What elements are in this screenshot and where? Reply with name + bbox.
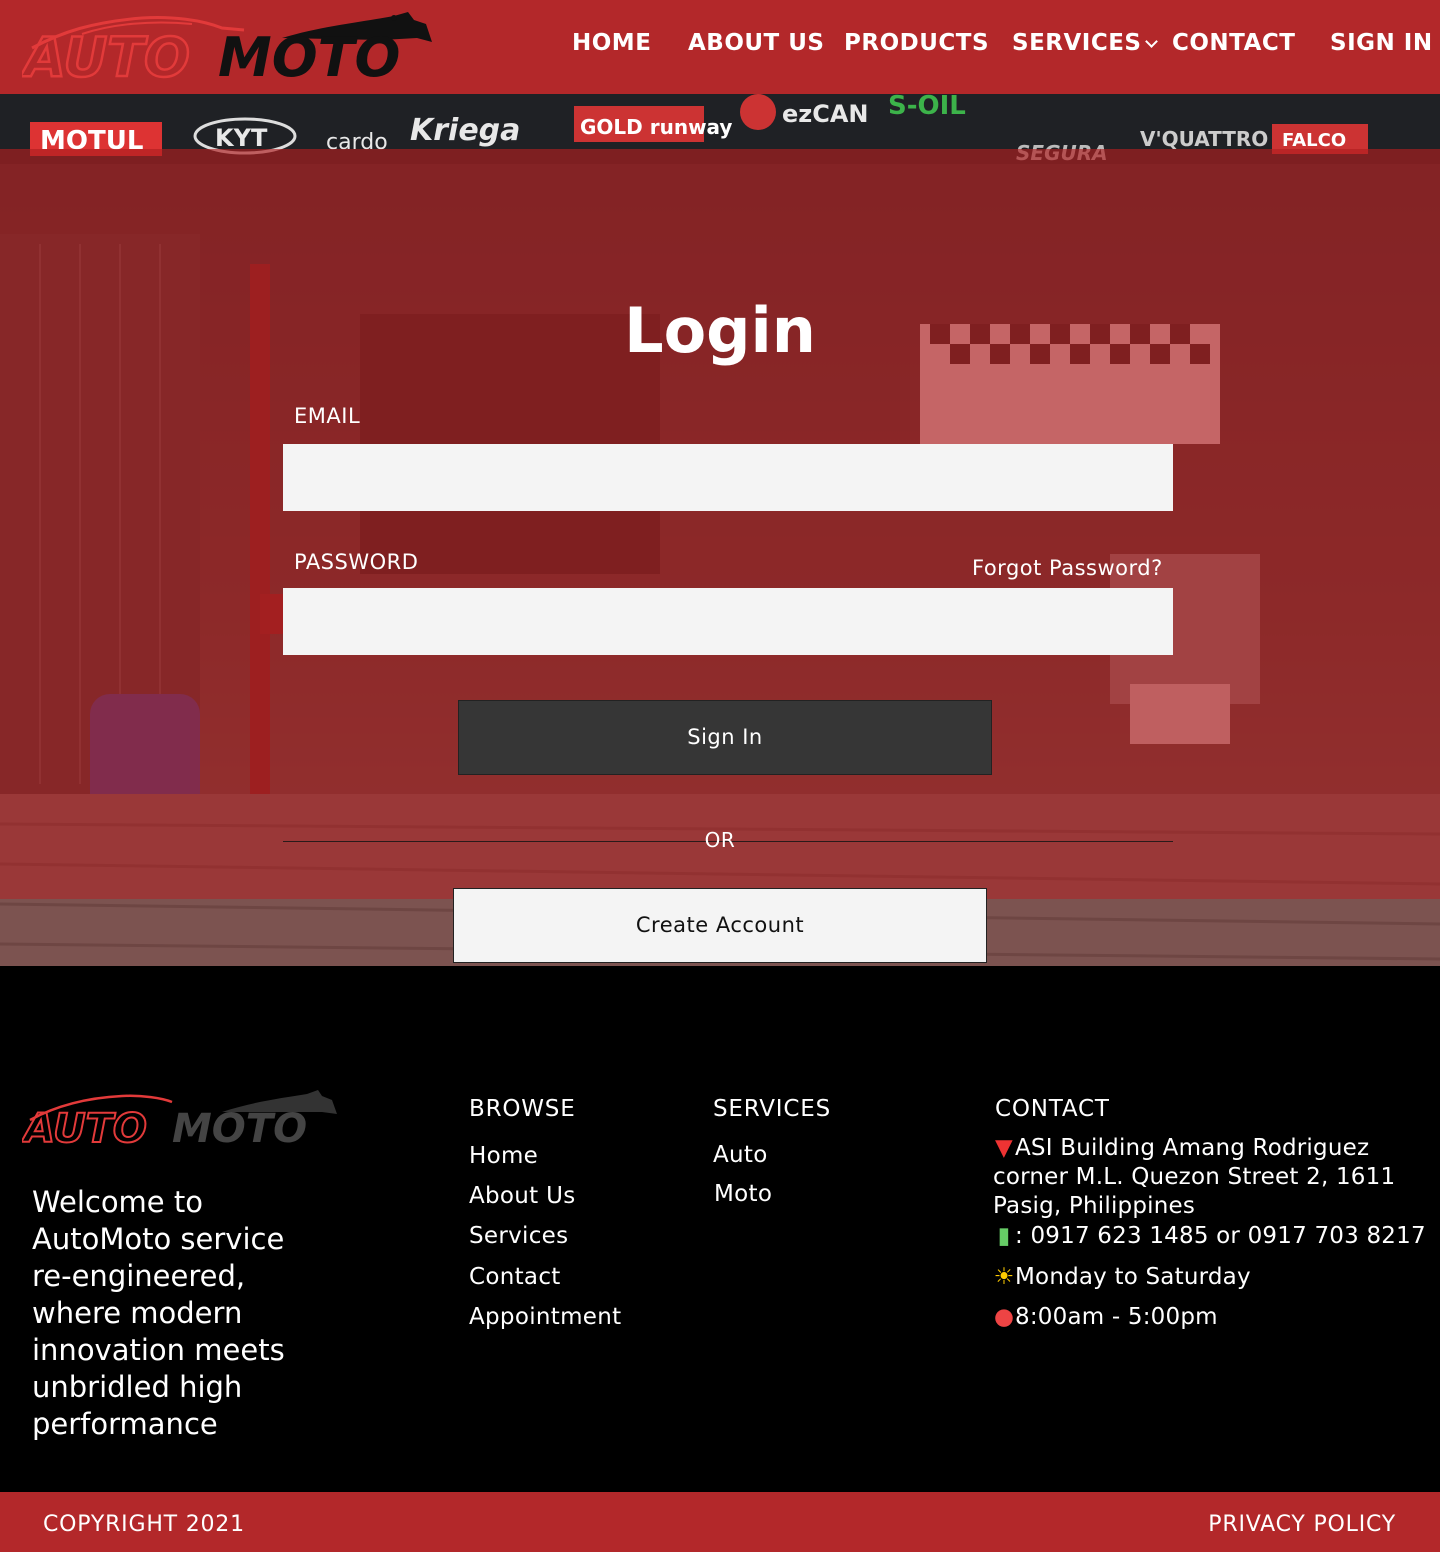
copyright-text: COPYRIGHT 2021 [43, 1512, 245, 1537]
nav-services[interactable]: SERVICES [1012, 30, 1158, 64]
email-field[interactable] [283, 444, 1173, 511]
footer-link-home[interactable]: Home [469, 1143, 538, 1169]
privacy-policy-link[interactable]: PRIVACY POLICY [1208, 1512, 1396, 1537]
sponsor-vquattro: V'QUATTRO [1140, 127, 1268, 151]
page-title: Login [624, 294, 816, 367]
site-header: AUTO MOTO HOME ABOUT US PRODUCTS SERVICE… [0, 0, 1440, 94]
footer-link-about-us[interactable]: About Us [469, 1183, 576, 1209]
contact-hours: ●8:00am - 5:00pm [993, 1304, 1218, 1330]
nav-home[interactable]: HOME [572, 30, 651, 64]
sponsor-gold-runway: GOLD runway [580, 115, 732, 139]
login-hero: MOTUL KYT cardo Kriega GOLD runway ezCAN… [0, 94, 1440, 966]
phone-icon: ▮ [997, 1223, 1011, 1249]
pin-icon: ▼ [995, 1135, 1013, 1161]
password-field[interactable] [283, 588, 1173, 655]
contact-address-line1: ▼ASI Building Amang Rodriguez [993, 1134, 1369, 1163]
sponsor-falco: FALCO [1282, 130, 1346, 151]
sponsor-ezcan: ezCAN [782, 100, 869, 128]
sign-in-button[interactable]: Sign In [458, 700, 992, 775]
nav-products[interactable]: PRODUCTS [844, 30, 989, 64]
svg-text:MOTO: MOTO [218, 26, 400, 82]
footer-automoto-logo[interactable]: AUTO MOTO [22, 1090, 342, 1146]
contact-phone: ▮: 0917 623 1485 or 0917 703 8217 [993, 1222, 1426, 1251]
contact-address-line3: Pasig, Philippines [993, 1193, 1196, 1219]
automoto-logo[interactable]: AUTO MOTO [22, 10, 437, 82]
chevron-down-icon [1144, 35, 1158, 48]
sponsor-kyt: KYT [215, 124, 268, 152]
services-heading: SERVICES [713, 1096, 831, 1122]
password-label: PASSWORD [294, 550, 419, 574]
footer-welcome-text: Welcome to AutoMoto service re-engineere… [32, 1185, 285, 1441]
svg-text:AUTO: AUTO [22, 1106, 147, 1146]
sponsor-s-oil: S-OIL [888, 94, 966, 121]
footer-link-moto[interactable]: Moto [714, 1181, 772, 1207]
email-label: EMAIL [294, 404, 361, 428]
nav-about-us[interactable]: ABOUT US [688, 30, 825, 64]
or-text: OR [704, 828, 736, 852]
footer-link-auto[interactable]: Auto [713, 1142, 768, 1168]
svg-text:AUTO: AUTO [22, 26, 190, 82]
nav-services-label: SERVICES [1012, 30, 1142, 56]
contact-heading: CONTACT [995, 1096, 1110, 1122]
svg-text:MOTO: MOTO [172, 1106, 307, 1146]
footer-link-appointment[interactable]: Appointment [469, 1304, 621, 1330]
footer-link-services[interactable]: Services [469, 1223, 568, 1249]
sun-icon: ☀ [993, 1264, 1015, 1290]
browse-heading: BROWSE [469, 1096, 576, 1122]
contact-days: ☀Monday to Saturday [993, 1264, 1251, 1290]
create-account-button[interactable]: Create Account [453, 888, 987, 963]
red-overlay [0, 149, 1440, 899]
nav-contact[interactable]: CONTACT [1172, 30, 1295, 64]
footer-bottom-bar: COPYRIGHT 2021 PRIVACY POLICY [0, 1492, 1440, 1552]
nav-sign-in[interactable]: SIGN IN [1330, 30, 1433, 64]
sponsor-kriega: Kriega [410, 113, 520, 148]
contact-address-line2: corner M.L. Quezon Street 2, 1611 [993, 1164, 1396, 1190]
alarm-clock-icon: ● [993, 1304, 1015, 1330]
footer-link-contact[interactable]: Contact [469, 1264, 561, 1290]
site-footer: AUTO MOTO Welcome to AutoMoto service re… [0, 966, 1440, 1492]
forgot-password-link[interactable]: Forgot Password? [972, 556, 1163, 580]
